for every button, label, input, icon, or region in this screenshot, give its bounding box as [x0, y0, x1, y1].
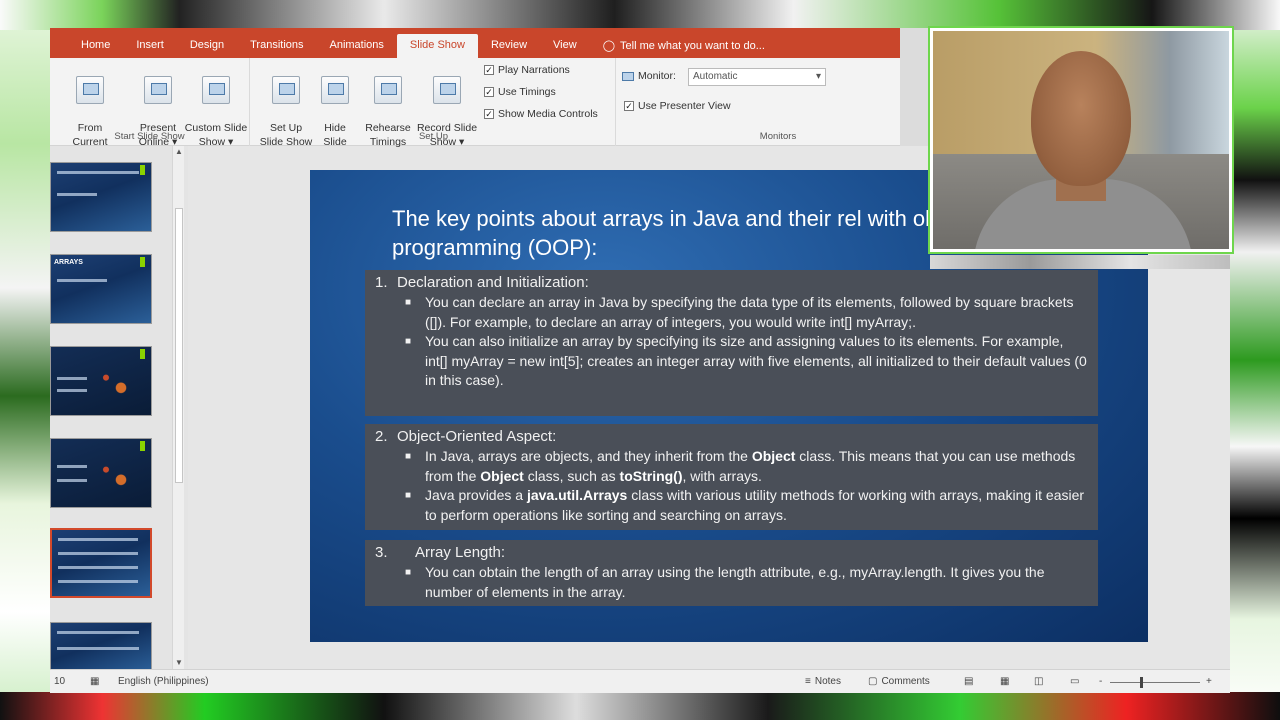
zoom-in-button[interactable]: + [1206, 676, 1212, 687]
slide-thumbnail[interactable]: ARRAYS [50, 254, 152, 324]
tab-insert[interactable]: Insert [123, 34, 177, 58]
frame-edge-right [1228, 0, 1280, 720]
bullet: ■ You can declare an array in Java by spe… [405, 294, 1074, 330]
notes-icon: ≡ [805, 676, 811, 687]
section-heading: 1. Declaration and Initialization: [375, 274, 589, 291]
spellcheck-icon[interactable]: ▦ [90, 676, 99, 687]
checkmark-icon: ✓ [484, 109, 494, 119]
tab-animations[interactable]: Animations [317, 34, 397, 58]
play-narrations-checkbox[interactable]: ✓ Play Narrations [484, 64, 570, 76]
record-icon [433, 76, 461, 104]
use-presenter-view-label: Use Presenter View [638, 100, 731, 112]
use-timings-label: Use Timings [498, 86, 556, 98]
checkmark-icon: ✓ [484, 65, 494, 75]
scrollbar-thumb[interactable] [175, 208, 183, 483]
reading-view-icon[interactable]: ◫ [1034, 676, 1043, 687]
ribbon-tab-bar: Home Insert Design Transitions Animation… [50, 28, 900, 58]
bullet: ■ In Java, arrays are objects, and they i… [405, 448, 1076, 484]
tab-home[interactable]: Home [68, 34, 123, 58]
group-label-monitors: Monitors [759, 131, 797, 142]
slide-show-icon[interactable]: ▭ [1070, 676, 1079, 687]
bullet: ■ You can also initialize an array by spe… [405, 333, 1087, 388]
section-array-length: 3. Array Length: ■ You can obtain the leng… [365, 540, 1098, 606]
comment-icon: ▢ [868, 676, 878, 687]
show-media-controls-checkbox[interactable]: ✓ Show Media Controls [484, 108, 598, 120]
play-narrations-label: Play Narrations [498, 64, 570, 76]
stopwatch-icon [374, 76, 402, 104]
slide-thumbnail[interactable] [50, 162, 152, 232]
notes-button[interactable]: ≡ Notes [805, 676, 841, 687]
chevron-down-icon: ▾ [815, 71, 821, 82]
tab-slide-show[interactable]: Slide Show [396, 34, 478, 58]
group-label-start: Start Slide Show [114, 131, 185, 142]
language-indicator[interactable]: English (Philippines) [118, 676, 209, 687]
slide-thumbnail[interactable] [50, 622, 152, 672]
monitor-label-text: Monitor: [638, 70, 676, 82]
tab-review[interactable]: Review [478, 34, 540, 58]
scroll-down-icon[interactable]: ▼ [173, 657, 185, 669]
bullet: ■ You can obtain the length of an array u… [405, 564, 1045, 600]
set-up-slide-show-icon [272, 76, 300, 104]
monitor-select-value: Automatic [693, 71, 738, 82]
webcam-overlay [928, 26, 1234, 254]
zoom-slider-knob[interactable] [1140, 677, 1143, 688]
slide-thumbnail[interactable] [50, 438, 152, 508]
monitor-icon [622, 71, 634, 81]
comments-button[interactable]: ▢ Comments [868, 676, 930, 687]
tab-design[interactable]: Design [177, 34, 237, 58]
ribbon: From Current Slide Present Online ▾ Cust… [50, 58, 900, 162]
section-heading: 2. Object-Oriented Aspect: [375, 428, 557, 445]
presenter-head [1031, 51, 1131, 186]
comments-label: Comments [881, 676, 930, 687]
scroll-up-icon[interactable]: ▲ [173, 146, 185, 158]
present-online-icon [144, 76, 172, 104]
checkmark-icon: ✓ [624, 101, 634, 111]
webcam-strip [930, 255, 1230, 269]
show-media-controls-label: Show Media Controls [498, 108, 598, 120]
use-timings-checkbox[interactable]: ✓ Use Timings [484, 86, 556, 98]
frame-edge-top [0, 0, 1280, 30]
slide-thumbnail[interactable] [50, 346, 152, 416]
frame-edge-left [0, 0, 52, 720]
hide-slide-icon [321, 76, 349, 104]
status-bar: 10 ▦ English (Philippines) ≡ Notes ▢ Com… [50, 669, 1230, 693]
lightbulb-icon: ◯ [602, 40, 616, 52]
slide-thumbnail-selected[interactable] [50, 528, 152, 598]
slide-sorter-icon[interactable]: ▦ [1000, 676, 1009, 687]
notes-label: Notes [814, 676, 841, 687]
custom-slide-show-icon [202, 76, 230, 104]
use-presenter-view-checkbox[interactable]: ✓ Use Presenter View [624, 100, 731, 112]
section-declaration: 1. Declaration and Initialization: ■ You c… [365, 270, 1098, 416]
group-set-up: Set Up Slide Show Hide Slide Rehearse Ti… [252, 58, 616, 148]
monitor-select[interactable]: Automatic ▾ [688, 68, 826, 86]
group-label-setup: Set Up [418, 131, 449, 142]
frame-edge-bottom [0, 692, 1280, 720]
section-heading: 3. Array Length: [375, 544, 506, 561]
tab-transitions[interactable]: Transitions [237, 34, 316, 58]
bullet: ■ Java provides a java.util.Arrays class … [405, 487, 1085, 523]
tab-view[interactable]: View [540, 34, 590, 58]
checkmark-icon: ✓ [484, 87, 494, 97]
section-object-oriented: 2. Object-Oriented Aspect: ■ In Java, arra… [365, 424, 1098, 530]
normal-view-icon[interactable]: ▤ [964, 676, 973, 687]
group-start-slide-show: From Current Slide Present Online ▾ Cust… [50, 58, 250, 162]
from-current-slide-icon [76, 76, 104, 104]
thumbnails-scrollbar[interactable]: ▲ ▼ [172, 146, 184, 669]
thumbnail-title: ARRAYS [54, 259, 83, 266]
zoom-out-button[interactable]: - [1099, 676, 1102, 687]
zoom-slider-track[interactable] [1110, 682, 1200, 683]
monitor-label: Monitor: [622, 70, 676, 82]
tell-me-box[interactable]: ◯ Tell me what you want to do... [590, 34, 778, 58]
slide-number: 10 [54, 676, 66, 687]
tell-me-text: Tell me what you want to do... [620, 40, 765, 52]
slide-thumbnails-panel: ARRAYS ▲ ▼ [50, 146, 188, 672]
